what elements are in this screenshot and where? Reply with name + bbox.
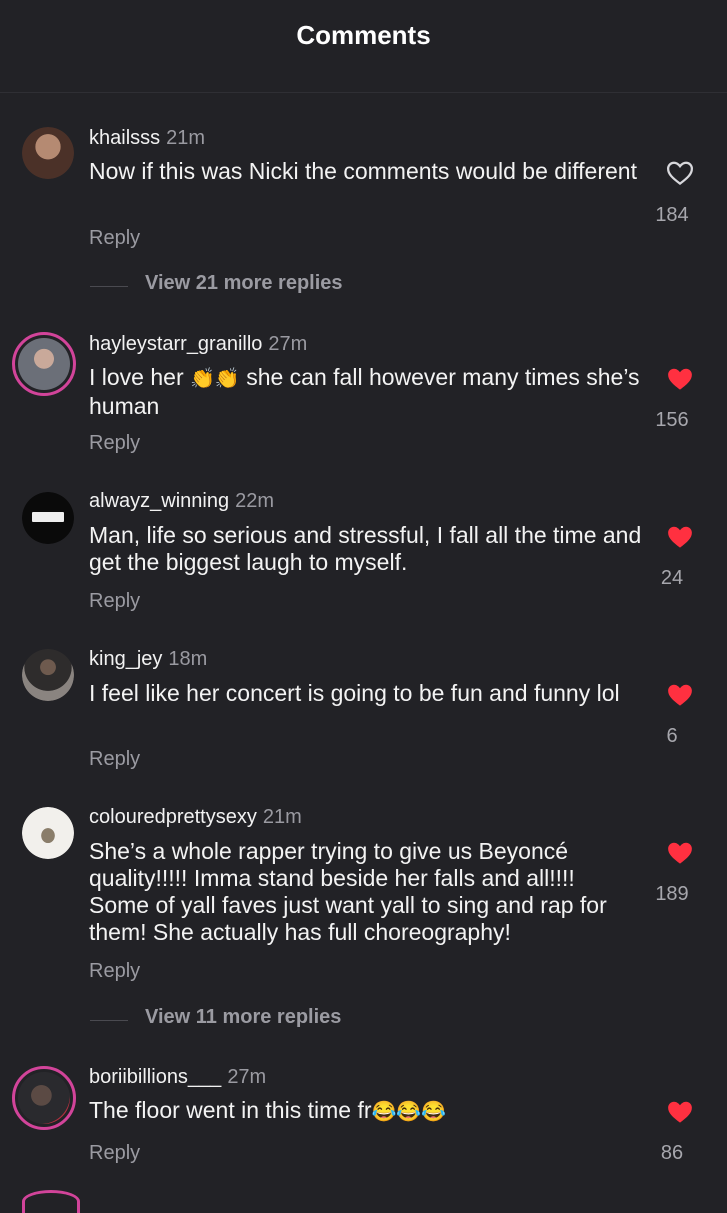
clapping-hands-emoji: 👏👏 — [190, 368, 240, 390]
like-count: 156 — [655, 409, 689, 431]
heart-filled-icon[interactable] — [665, 680, 695, 710]
view-more-label[interactable]: View 21 more replies — [145, 272, 343, 295]
heart-filled-icon[interactable] — [665, 838, 695, 868]
heart-icon[interactable] — [665, 158, 695, 188]
like-count: 86 — [660, 1142, 684, 1164]
heart-filled-icon[interactable] — [665, 1097, 695, 1127]
avatar[interactable] — [22, 492, 74, 544]
comment-text-part: I love her — [89, 364, 184, 390]
comment-username[interactable]: hayleystarr_granillo — [89, 333, 262, 355]
avatar[interactable] — [22, 649, 74, 701]
comment-time: 21m — [166, 127, 206, 149]
comment-time: 22m — [235, 490, 274, 512]
comment-text: I feel like her concert is going to be f… — [89, 680, 620, 706]
like-count: 24 — [660, 567, 684, 589]
comment-text: The floor went in this time fr😂😂😂 — [89, 1097, 649, 1126]
comment-username[interactable]: alwayz_winning — [89, 490, 229, 512]
avatar-next-partial[interactable] — [22, 1190, 80, 1213]
reply-button[interactable]: Reply — [89, 432, 140, 455]
heart-filled-icon[interactable] — [665, 522, 695, 552]
reply-button[interactable]: Reply — [89, 590, 140, 613]
divider-line — [90, 1020, 128, 1021]
comment-text-part: The floor went in this time fr — [89, 1097, 372, 1123]
reply-button[interactable]: Reply — [89, 748, 140, 771]
comment-time: 18m — [168, 648, 208, 670]
comment-time: 27m — [268, 333, 308, 355]
avatar[interactable] — [12, 332, 76, 396]
comments-header: Comments — [0, 0, 727, 93]
heart-filled-icon[interactable] — [665, 364, 695, 394]
comment-text: Now if this was Nicki the comments would… — [89, 158, 637, 184]
avatar[interactable] — [22, 807, 74, 859]
laughing-emoji: 😂😂😂 — [371, 1101, 447, 1123]
comment-time: 27m — [227, 1066, 267, 1088]
comment-username[interactable]: king_jey — [89, 648, 162, 670]
like-count: 189 — [655, 883, 689, 905]
comment-username[interactable]: colouredprettysexy — [89, 806, 257, 828]
avatar[interactable] — [12, 1066, 76, 1130]
avatar[interactable] — [22, 127, 74, 179]
reply-button[interactable]: Reply — [89, 1142, 140, 1165]
comment-text: Man, life so serious and stressful, I fa… — [89, 522, 642, 575]
view-more-label[interactable]: View 11 more replies — [145, 1006, 341, 1029]
like-count: 184 — [655, 204, 689, 226]
comment-time: 21m — [262, 806, 302, 828]
comment-text: I love her 👏👏 she can fall however many … — [89, 364, 649, 420]
divider-line — [90, 286, 128, 287]
reply-button[interactable]: Reply — [89, 960, 140, 983]
page-title: Comments — [296, 20, 431, 50]
like-count: 6 — [666, 725, 678, 747]
reply-button[interactable]: Reply — [89, 227, 140, 250]
comment-username[interactable]: boriibillions___ — [89, 1066, 221, 1088]
comment-text: She’s a whole rapper trying to give us B… — [89, 838, 607, 945]
comment-username[interactable]: khailsss — [89, 127, 160, 149]
